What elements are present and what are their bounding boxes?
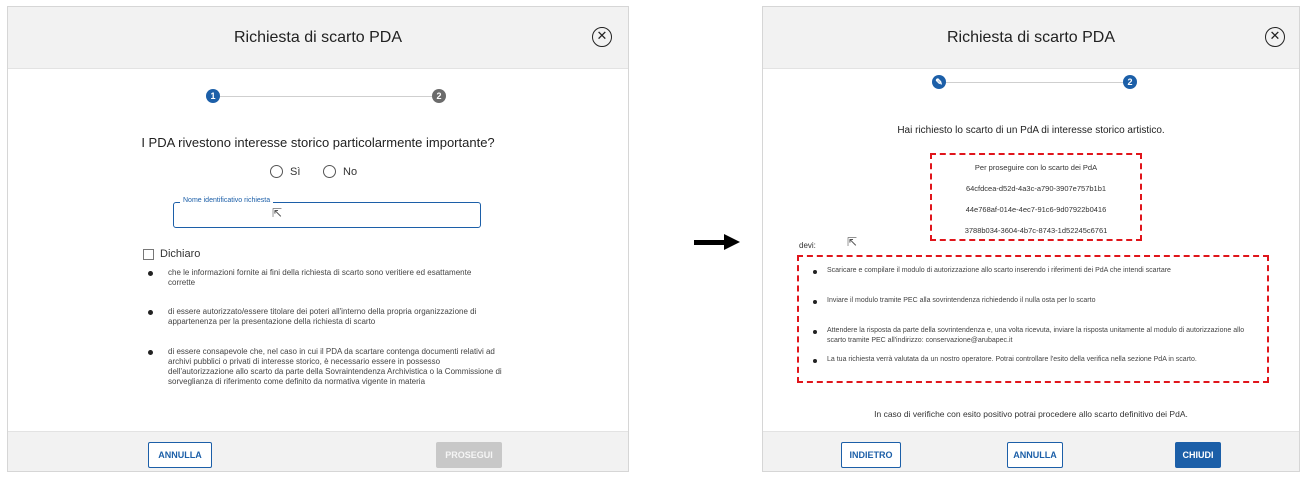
- bullet-icon: [813, 300, 817, 304]
- step-2-indicator: 2: [432, 89, 446, 103]
- declaration-item: di essere autorizzato/essere titolare de…: [168, 307, 477, 326]
- pda-uuid: 64cfdcea-d52d-4a3c-a790-3907e757b1b1: [965, 184, 1107, 193]
- devi-label: devi:: [799, 241, 816, 250]
- stepper-line: [214, 96, 434, 97]
- radio-no-label: No: [343, 165, 358, 178]
- instruction-item: Attendere la risposta da parte della sov…: [827, 327, 1245, 344]
- pda-uuid: 3788b034-3604-4b7c-8743-1d52245c6761: [964, 226, 1108, 235]
- instruction-item: Inviare il modulo tramite PEC alla sovri…: [827, 297, 1096, 304]
- back-button[interactable]: INDIETRO: [841, 442, 901, 468]
- modal-title: Richiesta di scarto PDA: [946, 29, 1116, 46]
- declaration-item: di essere consapevole che, nel caso in c…: [168, 347, 502, 386]
- radio-circle-icon[interactable]: [270, 165, 283, 178]
- bullet-icon: [148, 271, 153, 276]
- left-modal: Richiesta di scarto PDA ✕ 1 2 I PDA rive…: [7, 6, 629, 472]
- stepper-line: [939, 82, 1129, 83]
- uuid-highlight-box: Per proseguire con lo scarto dei PdA 64c…: [930, 153, 1142, 241]
- mouse-cursor-icon: ⇱: [272, 206, 283, 220]
- cancel-button[interactable]: ANNULLA: [1007, 442, 1063, 468]
- bullet-icon: [813, 359, 817, 363]
- instruction-item: Scaricare e compilare il modulo di autor…: [827, 267, 1171, 274]
- mouse-cursor-icon: ⇱: [847, 235, 858, 249]
- radio-circle-icon[interactable]: [323, 165, 336, 178]
- question-text: I PDA rivestono interesse storico partic…: [141, 135, 495, 150]
- arrow-head-icon: [724, 234, 740, 250]
- instructions-highlight-box: Scaricare e compilare il modulo di autor…: [797, 255, 1269, 383]
- bullet-icon: [813, 270, 817, 274]
- cancel-button[interactable]: ANNULLA: [148, 442, 212, 468]
- footer-note: In caso di verifiche con esito positivo …: [874, 409, 1188, 419]
- arrow-icon: [694, 240, 728, 245]
- declare-checkbox[interactable]: [143, 248, 154, 260]
- bullet-icon: [813, 330, 817, 334]
- close-button[interactable]: CHIUDI: [1175, 442, 1221, 468]
- declare-checkbox-row[interactable]: Dichiaro: [143, 248, 200, 260]
- modal-header: Richiesta di scarto PDA ✕: [8, 7, 628, 69]
- declaration-item: che le informazioni fornite ai fini dell…: [168, 268, 472, 287]
- request-name-input[interactable]: Nome identificativo richiesta ⇱: [173, 197, 481, 228]
- close-icon[interactable]: ✕: [1265, 27, 1285, 47]
- declare-checkbox-label: Dichiaro: [160, 248, 201, 260]
- radio-yes[interactable]: Sì: [270, 165, 300, 178]
- proceed-intro: Per proseguire con lo scarto dei PdA: [974, 163, 1098, 172]
- bullet-icon: [148, 310, 153, 315]
- step-2-indicator: 2: [1123, 75, 1137, 89]
- radio-no[interactable]: No: [323, 165, 357, 178]
- bullet-icon: [148, 350, 153, 355]
- radio-yes-label: Sì: [290, 165, 301, 178]
- step-1-indicator: 1: [206, 89, 220, 103]
- summary-heading: Hai richiesto lo scarto di un PdA di int…: [897, 125, 1165, 136]
- pencil-icon: ✎: [932, 75, 946, 89]
- modal-footer: INDIETRO ANNULLA CHIUDI: [763, 431, 1299, 471]
- proceed-button[interactable]: PROSEGUI: [436, 442, 502, 468]
- modal-footer: ANNULLA PROSEGUI: [8, 431, 628, 471]
- instruction-item: La tua richiesta verrà valutata da un no…: [827, 356, 1197, 363]
- right-modal: Richiesta di scarto PDA ✕ ✎ 2 Hai richie…: [762, 6, 1300, 472]
- modal-title: Richiesta di scarto PDA: [233, 29, 403, 46]
- modal-header: Richiesta di scarto PDA ✕: [763, 7, 1299, 69]
- pda-uuid: 44e768af-014e-4ec7-91c6-9d07922b0416: [965, 205, 1107, 214]
- close-icon[interactable]: ✕: [592, 27, 612, 47]
- request-name-label: Nome identificativo richiesta: [180, 197, 274, 204]
